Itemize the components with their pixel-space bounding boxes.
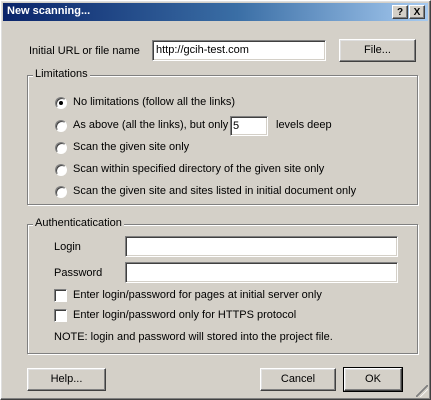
close-icon: X: [413, 7, 421, 18]
option-specified-directory-label: Scan within specified directory of the g…: [73, 163, 325, 175]
new-scanning-dialog: New scanning... ? X Initial URL or file …: [0, 0, 431, 400]
help-caption-button[interactable]: ?: [392, 5, 408, 19]
initial-server-only-checkbox[interactable]: [54, 289, 67, 302]
radio-selected-dot: [59, 101, 63, 105]
file-button[interactable]: File...: [339, 39, 416, 62]
cancel-button[interactable]: Cancel: [260, 368, 336, 391]
radio-levels-deep[interactable]: [55, 120, 67, 132]
login-input[interactable]: [125, 236, 398, 257]
note-text: NOTE: login and password will stored int…: [54, 331, 333, 343]
resize-grip[interactable]: [416, 385, 428, 397]
https-only-checkbox[interactable]: [54, 309, 67, 322]
initial-server-only-label: Enter login/password for pages at initia…: [73, 289, 322, 301]
radio-given-site-only[interactable]: [55, 142, 67, 154]
password-input[interactable]: [125, 262, 398, 283]
login-label: Login: [54, 241, 81, 253]
radio-sites-in-initial-document[interactable]: [55, 186, 67, 198]
help-button[interactable]: Help...: [27, 368, 106, 391]
option-no-limitations-label: No limitations (follow all the links): [73, 96, 235, 108]
url-label: Initial URL or file name: [29, 45, 140, 57]
ok-button[interactable]: OK: [343, 367, 403, 392]
limitations-legend: Limitations: [33, 68, 90, 80]
depth-input[interactable]: 5: [230, 116, 268, 136]
password-label: Password: [54, 267, 103, 279]
radio-no-limitations[interactable]: [55, 97, 67, 109]
levels-deep-suffix: levels deep: [276, 119, 332, 131]
option-sites-in-document-label: Scan the given site and sites listed in …: [73, 185, 357, 197]
option-levels-deep-label: As above (all the links), but only: [73, 119, 229, 131]
https-only-label: Enter login/password only for HTTPS prot…: [73, 309, 297, 321]
question-icon: ?: [396, 7, 404, 18]
close-caption-button[interactable]: X: [409, 5, 425, 19]
url-input[interactable]: http://gcih-test.com: [152, 40, 326, 61]
window-title: New scanning...: [7, 5, 91, 17]
authentication-legend: Authenticatication: [33, 217, 124, 229]
title-bar[interactable]: New scanning... ? X: [3, 3, 428, 21]
option-given-site-label: Scan the given site only: [73, 141, 190, 153]
radio-specified-directory[interactable]: [55, 164, 67, 176]
